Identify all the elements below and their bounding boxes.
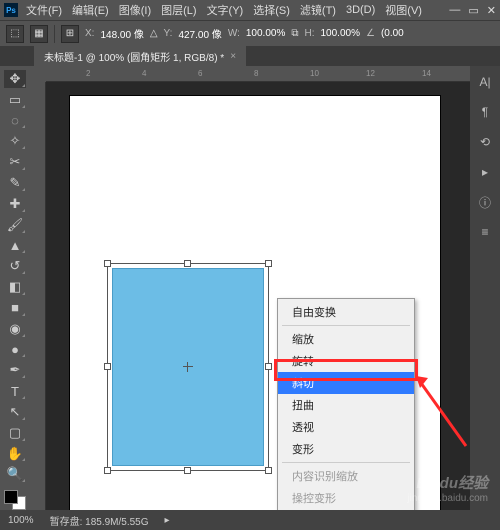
brush-tool[interactable]: 🖌 — [4, 216, 26, 234]
right-panel-bar: A| ¶ ⟲ ▸ ⓘ ≡ — [470, 66, 500, 510]
blur-tool[interactable]: ◉ — [4, 320, 26, 338]
angle-label: ∠ — [366, 28, 375, 39]
cm-separator — [282, 462, 410, 463]
menu-select[interactable]: 选择(S) — [253, 2, 290, 18]
h-value[interactable]: 100.00% — [320, 28, 359, 39]
transform-handle-tr[interactable] — [265, 260, 272, 267]
maximize-icon[interactable]: ▭ — [468, 4, 478, 17]
eraser-tool[interactable]: ◧ — [4, 278, 26, 296]
h-label: H: — [304, 28, 314, 39]
minimize-icon[interactable]: — — [449, 4, 460, 17]
app-logo: Ps — [4, 3, 18, 17]
text-panel-icon[interactable]: A| — [475, 72, 495, 92]
status-bar: 100% 暂存盘: 185.9M/5.55G ▸ — [0, 510, 500, 530]
close-icon[interactable]: ✕ — [487, 4, 496, 17]
marquee-tool[interactable]: ▭ — [4, 91, 26, 109]
color-swatches[interactable] — [4, 490, 26, 510]
canvas-area: 2 4 6 8 10 12 14 自由变换 缩放 旋转 斜 — [30, 66, 470, 510]
menu-type[interactable]: 文字(Y) — [207, 2, 244, 18]
status-chevron-icon[interactable]: ▸ — [165, 515, 170, 526]
transform-bounding-box[interactable] — [107, 263, 269, 471]
zoom-tool[interactable]: 🔍 — [4, 465, 26, 483]
w-label: W: — [228, 28, 240, 39]
dodge-tool[interactable]: ● — [4, 341, 26, 359]
scratch-disk-info[interactable]: 暂存盘: 185.9M/5.55G — [50, 513, 149, 528]
transform-handle-mr[interactable] — [265, 363, 272, 370]
menu-file[interactable]: 文件(F) — [26, 2, 62, 18]
cm-content-aware-scale: 内容识别缩放 — [278, 465, 414, 487]
tab-close-icon[interactable]: × — [230, 51, 236, 62]
y-value[interactable]: 427.00 像 — [178, 26, 221, 41]
paragraph-panel-icon[interactable]: ¶ — [475, 102, 495, 122]
lasso-tool[interactable]: ◌ — [4, 112, 26, 130]
stamp-tool[interactable]: ▲ — [4, 237, 26, 255]
options-bar: ⬚ ▦ ⊞ X: 148.00 像 △ Y: 427.00 像 W: 100.0… — [0, 20, 500, 46]
history-brush-tool[interactable]: ↺ — [4, 257, 26, 275]
y-label: Y: — [164, 28, 173, 39]
crop-tool[interactable]: ✂ — [4, 153, 26, 171]
transform-handle-bm[interactable] — [184, 467, 191, 474]
info-panel-icon[interactable]: ⓘ — [475, 192, 495, 212]
x-value[interactable]: 148.00 像 — [100, 26, 143, 41]
foreground-color-swatch[interactable] — [4, 490, 18, 504]
properties-panel-icon[interactable]: ≡ — [475, 222, 495, 242]
menu-edit[interactable]: 编辑(E) — [72, 2, 109, 18]
type-tool[interactable]: T — [4, 382, 26, 400]
ruler-vertical[interactable] — [30, 82, 46, 510]
ruler-horizontal[interactable]: 2 4 6 8 10 12 14 — [46, 66, 470, 82]
ruler-origin[interactable] — [30, 66, 46, 82]
x-label: X: — [85, 28, 94, 39]
menu-layer[interactable]: 图层(L) — [161, 2, 196, 18]
cm-puppet-warp: 操控变形 — [278, 487, 414, 509]
menu-image[interactable]: 图像(I) — [119, 2, 151, 18]
annotation-arrow — [406, 366, 470, 456]
reference-point-icon[interactable]: ⊞ — [61, 25, 79, 43]
pen-tool[interactable]: ✒ — [4, 361, 26, 379]
move-tool[interactable]: ✥ — [4, 70, 26, 88]
menu-3d[interactable]: 3D(D) — [346, 4, 375, 16]
link-wh-icon[interactable]: ⧉ — [291, 28, 298, 39]
cm-perspective[interactable]: 透视 — [278, 416, 414, 438]
eyedropper-tool[interactable]: ✎ — [4, 174, 26, 192]
document-tabs: 未标题-1 @ 100% (圆角矩形 1, RGB/8) * × — [0, 46, 500, 66]
angle-value[interactable]: (0.00 — [381, 28, 404, 39]
menu-view[interactable]: 视图(V) — [385, 2, 422, 18]
cm-scale[interactable]: 缩放 — [278, 328, 414, 350]
hand-tool[interactable]: ✋ — [4, 445, 26, 463]
transform-handle-tl[interactable] — [104, 260, 111, 267]
actions-panel-icon[interactable]: ▸ — [475, 162, 495, 182]
menu-filter[interactable]: 滤镜(T) — [300, 2, 336, 18]
transform-center-icon[interactable] — [183, 362, 193, 372]
toolbox: ✥ ▭ ◌ ✧ ✂ ✎ ✚ 🖌 ▲ ↺ ◧ ■ ◉ ● ✒ T ↖ ▢ ✋ 🔍 — [0, 66, 30, 510]
cm-skew[interactable]: 斜切 — [278, 372, 414, 394]
transform-handle-bl[interactable] — [104, 467, 111, 474]
cm-warp[interactable]: 变形 — [278, 438, 414, 460]
transform-handle-ml[interactable] — [104, 363, 111, 370]
cm-separator — [282, 325, 410, 326]
gradient-tool[interactable]: ■ — [4, 299, 26, 317]
tool-preset-icon[interactable]: ⬚ — [6, 25, 24, 43]
cm-free-transform[interactable]: 自由变换 — [278, 301, 414, 323]
zoom-level[interactable]: 100% — [8, 515, 34, 526]
align-icon[interactable]: ▦ — [30, 25, 48, 43]
cm-distort[interactable]: 扭曲 — [278, 394, 414, 416]
transform-handle-tm[interactable] — [184, 260, 191, 267]
w-value[interactable]: 100.00% — [246, 28, 285, 39]
cm-rotate[interactable]: 旋转 — [278, 350, 414, 372]
path-selection-tool[interactable]: ↖ — [4, 403, 26, 421]
document-tab[interactable]: 未标题-1 @ 100% (圆角矩形 1, RGB/8) * × — [34, 46, 246, 67]
rectangle-tool[interactable]: ▢ — [4, 424, 26, 442]
link-xy-icon[interactable]: △ — [150, 28, 158, 39]
context-menu: 自由变换 缩放 旋转 斜切 扭曲 透视 变形 内容识别缩放 操控变形 旋转 18… — [277, 298, 415, 510]
transform-handle-br[interactable] — [265, 467, 272, 474]
healing-tool[interactable]: ✚ — [4, 195, 26, 213]
magic-wand-tool[interactable]: ✧ — [4, 132, 26, 150]
history-panel-icon[interactable]: ⟲ — [475, 132, 495, 152]
document-tab-title: 未标题-1 @ 100% (圆角矩形 1, RGB/8) * — [44, 49, 224, 64]
title-bar: Ps 文件(F) 编辑(E) 图像(I) 图层(L) 文字(Y) 选择(S) 滤… — [0, 0, 500, 20]
